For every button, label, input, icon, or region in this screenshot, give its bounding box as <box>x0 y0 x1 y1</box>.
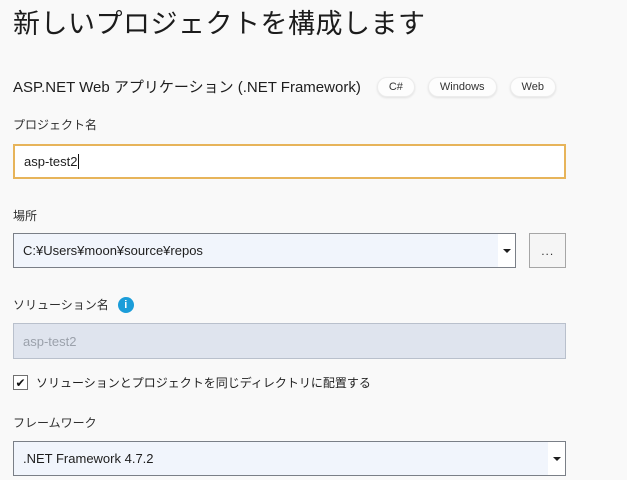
framework-label: フレームワーク <box>13 414 97 431</box>
tag-web: Web <box>510 77 556 97</box>
browse-button[interactable]: ... <box>529 233 566 268</box>
chevron-down-icon <box>503 249 511 253</box>
framework-value: .NET Framework 4.7.2 <box>14 442 548 475</box>
location-row: C:¥Users¥moon¥source¥repos ... <box>13 233 566 268</box>
text-caret <box>78 154 79 169</box>
checkmark-icon: ✔ <box>15 377 25 389</box>
solution-name-value: asp-test2 <box>23 334 76 349</box>
framework-combobox[interactable]: .NET Framework 4.7.2 <box>13 441 566 476</box>
chevron-down-icon <box>553 457 561 461</box>
project-name-value: asp-test2 <box>24 154 77 169</box>
framework-group: フレームワーク .NET Framework 4.7.2 <box>13 414 566 476</box>
location-dropdown-button[interactable] <box>498 234 515 267</box>
project-name-group: プロジェクト名 asp-test2 <box>13 116 566 179</box>
solution-name-label-row: ソリューション名 i <box>13 296 566 313</box>
project-name-input[interactable]: asp-test2 <box>13 144 566 179</box>
tag-csharp: C# <box>377 77 415 97</box>
same-directory-checkbox[interactable]: ✔ <box>13 375 28 390</box>
project-config-form: プロジェクト名 asp-test2 場所 C:¥Users¥moon¥sourc… <box>13 116 566 476</box>
project-name-label: プロジェクト名 <box>13 116 97 133</box>
template-summary-row: ASP.NET Web アプリケーション (.NET Framework) C#… <box>13 76 617 97</box>
solution-name-label: ソリューション名 <box>13 296 109 313</box>
same-directory-label[interactable]: ソリューションとプロジェクトを同じディレクトリに配置する <box>36 374 371 391</box>
template-tags: C# Windows Web <box>377 77 556 97</box>
tag-windows: Windows <box>428 77 497 97</box>
framework-dropdown-button[interactable] <box>548 442 565 475</box>
solution-name-group: ソリューション名 i asp-test2 ✔ ソリューションとプロジェクトを同じ… <box>13 296 566 391</box>
location-label: 場所 <box>13 207 37 224</box>
info-icon[interactable]: i <box>118 297 134 313</box>
project-template-name: ASP.NET Web アプリケーション (.NET Framework) <box>13 76 361 97</box>
same-directory-row: ✔ ソリューションとプロジェクトを同じディレクトリに配置する <box>13 374 566 391</box>
configure-project-page: 新しいプロジェクトを構成します ASP.NET Web アプリケーション (.N… <box>0 0 627 476</box>
solution-name-input-disabled: asp-test2 <box>13 323 566 359</box>
location-group: 場所 C:¥Users¥moon¥source¥repos ... <box>13 207 566 268</box>
page-title: 新しいプロジェクトを構成します <box>13 6 617 42</box>
location-value: C:¥Users¥moon¥source¥repos <box>14 234 498 267</box>
location-combobox[interactable]: C:¥Users¥moon¥source¥repos <box>13 233 516 268</box>
